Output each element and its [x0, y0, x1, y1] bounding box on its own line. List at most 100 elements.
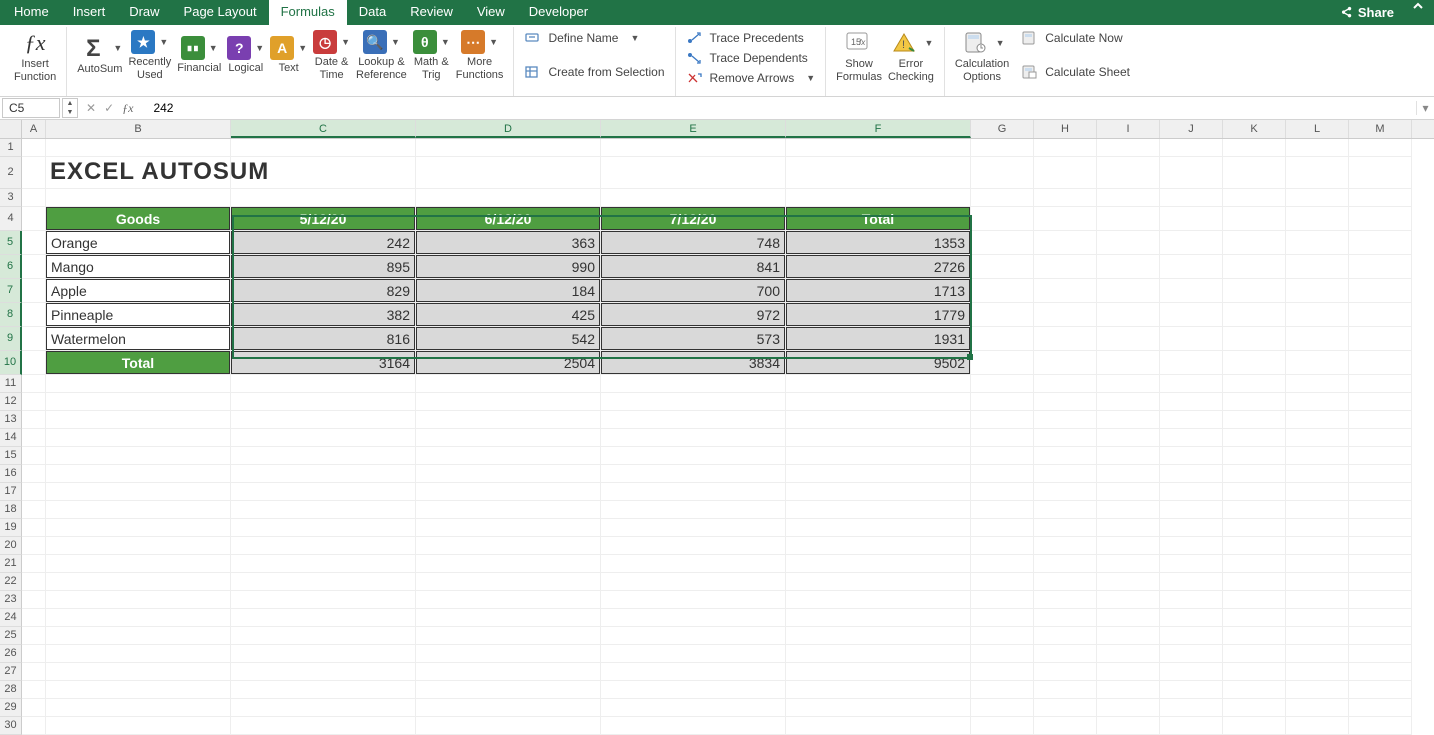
row-9[interactable]: 9	[0, 327, 22, 351]
cell-E10[interactable]: 3834	[601, 351, 785, 374]
calculation-options-button[interactable]: ▼ Calculation Options	[953, 28, 1011, 85]
define-name-button[interactable]: Define Name▼	[522, 29, 666, 47]
cell-F8[interactable]: 1779	[786, 303, 970, 326]
cell-F6[interactable]: 2726	[786, 255, 970, 278]
cell-D7[interactable]: 184	[416, 279, 600, 302]
formula-bar-expand[interactable]: ▾	[1416, 101, 1434, 115]
namebox-spinner[interactable]: ▲▼	[62, 98, 78, 118]
confirm-formula-button[interactable]: ✓	[104, 101, 114, 115]
row-19[interactable]: 19	[0, 519, 22, 537]
col-A[interactable]: A	[22, 120, 46, 138]
show-formulas-button[interactable]: 15fx Show Formulas	[834, 28, 884, 85]
row-25[interactable]: 25	[0, 627, 22, 645]
row-5[interactable]: 5	[0, 231, 22, 255]
col-M[interactable]: M	[1349, 120, 1412, 138]
tab-data[interactable]: Data	[347, 0, 398, 25]
create-from-selection-button[interactable]: Create from Selection	[522, 63, 666, 81]
row-27[interactable]: 27	[0, 663, 22, 681]
col-H[interactable]: H	[1034, 120, 1097, 138]
col-E[interactable]: E	[601, 120, 786, 138]
cell-E6[interactable]: 841	[601, 255, 785, 278]
collapse-ribbon-button[interactable]	[1402, 0, 1434, 25]
tab-developer[interactable]: Developer	[517, 0, 600, 25]
row-17[interactable]: 17	[0, 483, 22, 501]
row-2[interactable]: 2	[0, 157, 22, 189]
tab-view[interactable]: View	[465, 0, 517, 25]
row-4[interactable]: 4	[0, 207, 22, 231]
select-all-corner[interactable]	[0, 120, 22, 138]
text-button[interactable]: A▼ Text	[268, 34, 309, 77]
cell-D8[interactable]: 425	[416, 303, 600, 326]
row-28[interactable]: 28	[0, 681, 22, 699]
remove-arrows-button[interactable]: Remove Arrows▼	[684, 69, 818, 87]
cell-B9[interactable]: Watermelon	[46, 327, 230, 350]
datetime-button[interactable]: ◷▼ Date & Time	[311, 28, 352, 83]
cell-C7[interactable]: 829	[231, 279, 415, 302]
cell-D6[interactable]: 990	[416, 255, 600, 278]
formula-input[interactable]	[147, 98, 1416, 118]
row-14[interactable]: 14	[0, 429, 22, 447]
col-L[interactable]: L	[1286, 120, 1349, 138]
name-box[interactable]: C5	[2, 98, 60, 118]
row-24[interactable]: 24	[0, 609, 22, 627]
col-D[interactable]: D	[416, 120, 601, 138]
mathtrig-button[interactable]: θ▼ Math & Trig	[411, 28, 452, 83]
cell-E9[interactable]: 573	[601, 327, 785, 350]
cell-F7[interactable]: 1713	[786, 279, 970, 302]
tab-pagelayout[interactable]: Page Layout	[172, 0, 269, 25]
row-21[interactable]: 21	[0, 555, 22, 573]
tab-insert[interactable]: Insert	[61, 0, 118, 25]
cell-C8[interactable]: 382	[231, 303, 415, 326]
financial-button[interactable]: ∎∎▼ Financial	[175, 34, 223, 77]
cell-D9[interactable]: 542	[416, 327, 600, 350]
cell-C5[interactable]: 242	[231, 231, 415, 254]
autosum-button[interactable]: Σ▼ AutoSum	[75, 33, 124, 78]
lookup-button[interactable]: 🔍▼ Lookup & Reference	[354, 28, 409, 83]
row-23[interactable]: 23	[0, 591, 22, 609]
col-B[interactable]: B	[46, 120, 231, 138]
row-18[interactable]: 18	[0, 501, 22, 519]
error-checking-button[interactable]: !▼ Error Checking	[886, 28, 936, 85]
cell-E7[interactable]: 700	[601, 279, 785, 302]
recently-used-button[interactable]: ★▼ Recently Used	[126, 28, 173, 83]
cell-B7[interactable]: Apple	[46, 279, 230, 302]
cell-B8[interactable]: Pinneaple	[46, 303, 230, 326]
tab-home[interactable]: Home	[2, 0, 61, 25]
row-26[interactable]: 26	[0, 645, 22, 663]
cell-C9[interactable]: 816	[231, 327, 415, 350]
cell-D5[interactable]: 363	[416, 231, 600, 254]
row-29[interactable]: 29	[0, 699, 22, 717]
trace-precedents-button[interactable]: Trace Precedents	[684, 29, 818, 47]
fx-icon[interactable]: ƒx	[122, 101, 139, 116]
row-6[interactable]: 6	[0, 255, 22, 279]
logical-button[interactable]: ?▼ Logical	[225, 34, 266, 77]
tab-formulas[interactable]: Formulas	[269, 0, 347, 25]
row-8[interactable]: 8	[0, 303, 22, 327]
cell-C6[interactable]: 895	[231, 255, 415, 278]
row-3[interactable]: 3	[0, 189, 22, 207]
row-13[interactable]: 13	[0, 411, 22, 429]
cell-B6[interactable]: Mango	[46, 255, 230, 278]
row-16[interactable]: 16	[0, 465, 22, 483]
col-F[interactable]: F	[786, 120, 971, 138]
cell-E5[interactable]: 748	[601, 231, 785, 254]
cancel-formula-button[interactable]: ✕	[86, 101, 96, 115]
calculate-sheet-button[interactable]: Calculate Sheet	[1019, 63, 1132, 81]
more-functions-button[interactable]: ⋯▼ More Functions	[454, 28, 506, 83]
cell-F10[interactable]: 9502	[786, 351, 970, 374]
insert-function-button[interactable]: ƒx Insert Function	[12, 28, 58, 85]
cell-C10[interactable]: 3164	[231, 351, 415, 374]
col-J[interactable]: J	[1160, 120, 1223, 138]
row-7[interactable]: 7	[0, 279, 22, 303]
row-15[interactable]: 15	[0, 447, 22, 465]
row-11[interactable]: 11	[0, 375, 22, 393]
spreadsheet-grid[interactable]: 1 2 EXCEL AUTOSUM 3 4 Goods 5/12/20 6/12…	[0, 139, 1434, 735]
cell-B10[interactable]: Total	[46, 351, 230, 374]
row-10[interactable]: 10	[0, 351, 22, 375]
trace-dependents-button[interactable]: Trace Dependents	[684, 49, 818, 67]
row-12[interactable]: 12	[0, 393, 22, 411]
row-22[interactable]: 22	[0, 573, 22, 591]
cell-B5[interactable]: Orange	[46, 231, 230, 254]
col-G[interactable]: G	[971, 120, 1034, 138]
col-C[interactable]: C	[231, 120, 416, 138]
